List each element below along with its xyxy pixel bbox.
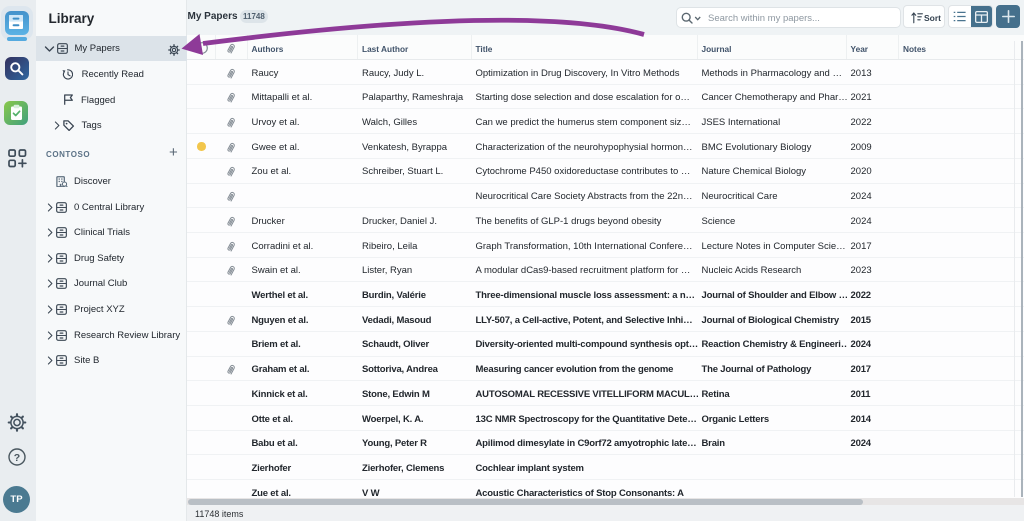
svg-text:?: ? bbox=[14, 452, 20, 464]
